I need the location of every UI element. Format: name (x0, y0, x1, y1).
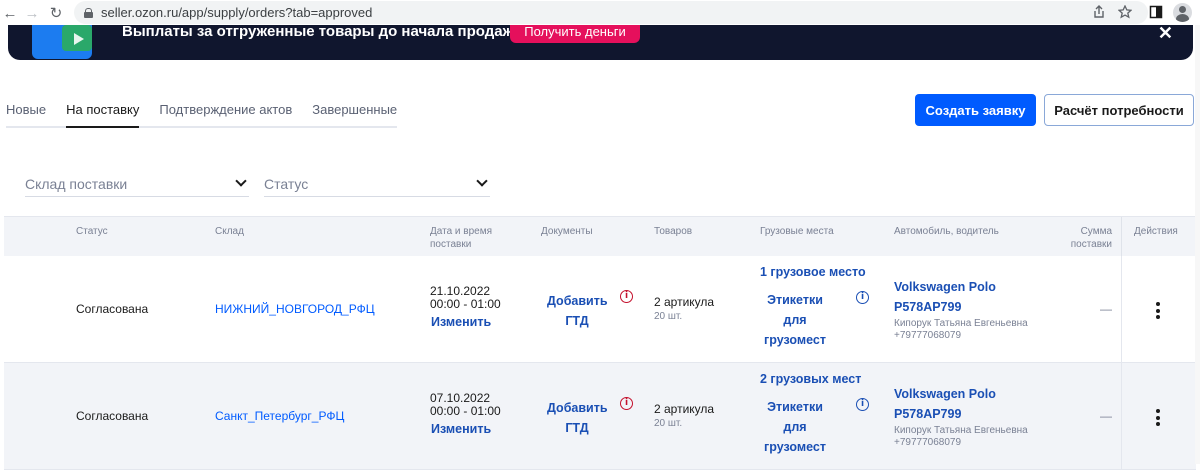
row-sum: — (1100, 409, 1112, 423)
driver-info: Кипорук Татьяна Евгеньевна +79777068079 (894, 318, 1028, 342)
reload-icon[interactable]: ↻ (46, 3, 66, 23)
promo-banner: Выплаты за отгруженные товары до начала … (8, 25, 1193, 60)
row-sum: — (1100, 302, 1112, 316)
header-sum-line1: Сумма (1080, 226, 1112, 237)
add-gtd-line1: Добавить (547, 294, 608, 308)
header-car: Автомобиль, водитель (894, 226, 999, 237)
add-gtd-line2: ГТД (565, 421, 589, 435)
car-link[interactable]: Volkswagen Polo Р578АР799 (894, 277, 996, 317)
car-plate: Р578АР799 (894, 300, 962, 314)
add-gtd-link[interactable]: Добавить ГТД (547, 291, 608, 331)
header-sum: Сумма поставки (1066, 225, 1112, 251)
header-datetime: Дата и время поставки (430, 225, 492, 251)
row-warehouse-link[interactable]: Санкт_Петербург_РФЦ (215, 409, 344, 423)
car-link[interactable]: Volkswagen Polo Р578АР799 (894, 384, 996, 424)
row-status: Согласована (76, 302, 149, 316)
status-filter-placeholder: Статус (264, 176, 309, 192)
add-gtd-line2: ГТД (565, 314, 589, 328)
share-icon[interactable] (1090, 3, 1108, 21)
warehouse-filter[interactable]: Склад поставки (25, 170, 249, 197)
cargo-labels-line1: Этикетки (767, 400, 823, 414)
chevron-down-icon (476, 175, 488, 187)
row-datetime: 21.10.2022 00:00 - 01:00 (430, 285, 501, 311)
info-icon[interactable]: i (620, 290, 633, 303)
driver-phone: +79777068079 (894, 330, 962, 341)
row-divider (1121, 256, 1122, 363)
cargo-labels-line2: для (783, 420, 807, 434)
tab-acts-confirmation[interactable]: Подтверждение актов (159, 100, 292, 126)
header-goods: Товаров (654, 226, 693, 237)
cargo-labels-line3: грузомест (764, 440, 826, 454)
row-divider (1121, 363, 1122, 470)
tab-to-supply[interactable]: На поставку (66, 100, 140, 128)
info-icon[interactable]: i (620, 397, 633, 410)
forward-arrow-icon[interactable]: → (22, 3, 42, 23)
status-filter[interactable]: Статус (264, 170, 490, 197)
edit-link[interactable]: Изменить (431, 422, 491, 436)
add-gtd-link[interactable]: Добавить ГТД (547, 398, 608, 438)
header-cargo: Грузовые места (760, 226, 834, 237)
get-money-button[interactable]: Получить деньги (510, 25, 640, 43)
car-model: Volkswagen Polo (894, 280, 996, 294)
header-datetime-line1: Дата и время (430, 226, 493, 237)
browser-toolbar: ← → ↻ seller.ozon.ru/app/supply/orders?t… (0, 0, 1200, 25)
table-row: Согласована НИЖНИЙ_НОВГОРОД_РФЦ 21.10.20… (4, 256, 1196, 363)
back-arrow-icon[interactable]: ← (0, 3, 20, 23)
banner-text: Выплаты за отгруженные товары до начала … (122, 25, 514, 40)
row-goods: 2 артикула (654, 402, 715, 416)
header-divider (1121, 217, 1122, 257)
header-datetime-line2: поставки (430, 239, 472, 250)
lock-icon (84, 7, 93, 18)
tab-new[interactable]: Новые (6, 100, 46, 126)
add-gtd-line1: Добавить (547, 401, 608, 415)
close-icon[interactable]: ✕ (1158, 25, 1173, 44)
header-status: Статус (76, 226, 108, 237)
cargo-count-link[interactable]: 1 грузовое место (760, 265, 866, 279)
bookmark-star-icon[interactable] (1116, 3, 1134, 21)
driver-name: Кипорук Татьяна Евгеньевна (894, 318, 1028, 329)
row-qty: 20 шт. (654, 418, 683, 429)
more-actions-icon[interactable] (1156, 302, 1160, 322)
address-bar[interactable]: seller.ozon.ru/app/supply/orders?tab=app… (74, 1, 1148, 24)
car-plate: Р578АР799 (894, 407, 962, 421)
driver-info: Кипорук Татьяна Евгеньевна +79777068079 (894, 425, 1028, 449)
header-sum-line2: поставки (1070, 239, 1112, 250)
header-actions: Действия (1134, 226, 1178, 237)
info-icon[interactable]: i (856, 291, 869, 304)
warehouse-filter-placeholder: Склад поставки (25, 176, 128, 192)
side-panel-icon[interactable] (1147, 3, 1165, 21)
supply-tabs: Новые На поставку Подтверждение актов За… (6, 100, 398, 128)
table-row: Согласована Санкт_Петербург_РФЦ 07.10.20… (4, 363, 1196, 470)
row-datetime: 07.10.2022 00:00 - 01:00 (430, 392, 501, 418)
edit-link[interactable]: Изменить (431, 315, 491, 329)
profile-avatar-icon[interactable] (1173, 3, 1192, 22)
cargo-labels-line1: Этикетки (767, 293, 823, 307)
cargo-labels-line3: грузомест (764, 333, 826, 347)
cargo-labels-line2: для (783, 313, 807, 327)
cargo-labels-link[interactable]: Этикетки для грузомест (760, 397, 830, 457)
car-model: Volkswagen Polo (894, 387, 996, 401)
row-warehouse-link[interactable]: НИЖНИЙ_НОВГОРОД_РФЦ (215, 302, 375, 316)
table-header: Статус Склад Дата и время поставки Докум… (4, 216, 1196, 257)
driver-phone: +79777068079 (894, 437, 962, 448)
scrollbar[interactable] (1195, 25, 1200, 464)
url-text: seller.ozon.ru/app/supply/orders?tab=app… (101, 5, 373, 20)
row-time: 00:00 - 01:00 (430, 404, 501, 418)
chevron-down-icon (235, 175, 247, 187)
more-actions-icon[interactable] (1156, 409, 1160, 429)
info-icon[interactable]: i (856, 398, 869, 411)
create-request-button[interactable]: Создать заявку (915, 94, 1036, 126)
row-status: Согласована (76, 409, 149, 423)
driver-name: Кипорук Татьяна Евгеньевна (894, 425, 1028, 436)
header-documents: Документы (541, 226, 593, 237)
header-warehouse: Склад (215, 226, 244, 237)
row-qty: 20 шт. (654, 311, 683, 322)
cargo-labels-link[interactable]: Этикетки для грузомест (760, 290, 830, 350)
row-goods: 2 артикула (654, 295, 715, 309)
calculate-demand-button[interactable]: Расчёт потребности (1044, 94, 1194, 126)
banner-illustration (22, 25, 112, 60)
tab-completed[interactable]: Завершенные (312, 100, 397, 126)
cargo-count-link[interactable]: 2 грузовых мест (760, 372, 861, 386)
row-time: 00:00 - 01:00 (430, 297, 501, 311)
